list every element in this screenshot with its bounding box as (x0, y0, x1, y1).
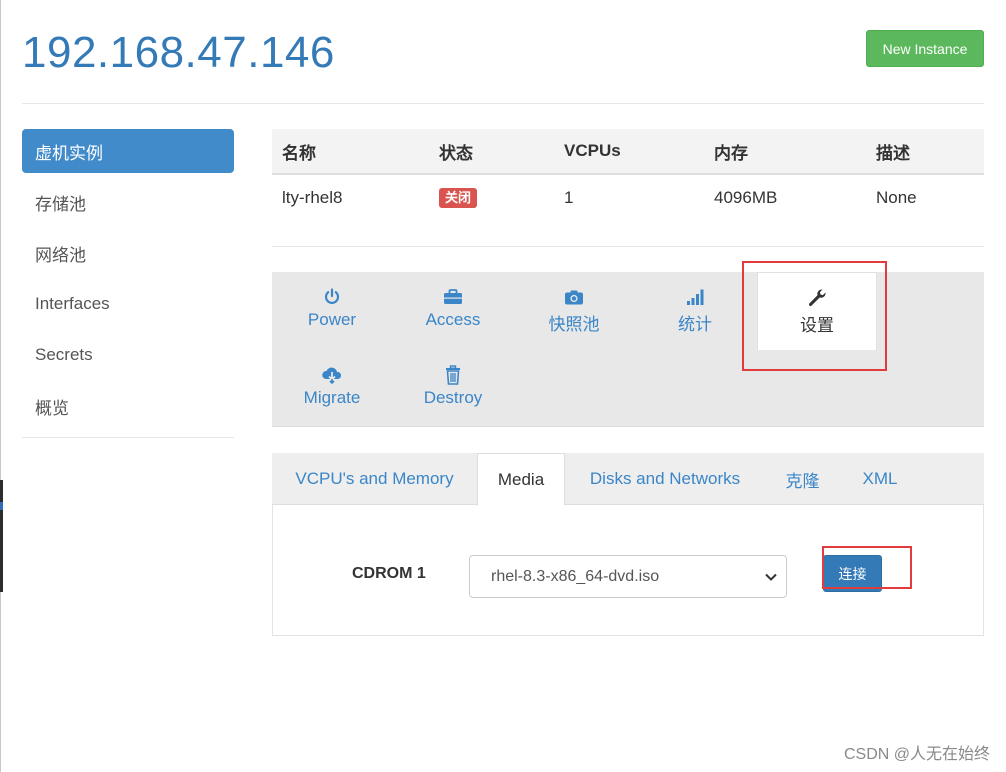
destroy-button[interactable]: Destroy (393, 350, 513, 420)
iso-select-value: rhel-8.3-x86_64-dvd.iso (491, 567, 660, 585)
access-label: Access (425, 310, 481, 329)
destroy-label: Destroy (423, 388, 483, 407)
sidebar-item-label: Secrets (35, 345, 93, 364)
power-button[interactable]: Power (272, 272, 392, 342)
sidebar-item-label: 虚机实例 (35, 143, 103, 163)
window-left-border (0, 0, 1, 772)
status-badge: 关闭 (439, 188, 478, 208)
column-header-vcpus: VCPUs (564, 141, 621, 160)
settings-highlight-box (742, 261, 887, 371)
instance-description-cell: None (876, 187, 917, 207)
power-icon (323, 286, 341, 308)
sidebar-item-network-pools[interactable]: 网络池 (22, 231, 234, 275)
sidebar: 虚机实例 存储池 网络池 Interfaces Secrets 概览 (22, 129, 234, 435)
stats-label: 统计 (678, 315, 712, 334)
sidebar-item-instances[interactable]: 虚机实例 (22, 129, 234, 173)
stats-button[interactable]: 统计 (635, 272, 755, 342)
tab-clone[interactable]: 克隆 (765, 453, 840, 505)
table-divider (272, 246, 984, 247)
column-header-name: 名称 (282, 143, 316, 163)
migrate-label: Migrate (303, 388, 361, 407)
page-title: 192.168.47.146 (22, 28, 335, 77)
sidebar-item-secrets[interactable]: Secrets (22, 333, 234, 377)
new-instance-button[interactable]: New Instance (866, 30, 984, 67)
cloud-download-icon (321, 364, 343, 386)
migrate-button[interactable]: Migrate (272, 350, 392, 420)
sidebar-item-storage-pools[interactable]: 存储池 (22, 180, 234, 224)
table-header: 名称 状态 VCPUs 内存 描述 (272, 129, 984, 175)
table-row: lty-rhel8 关闭 1 4096MB None (272, 175, 984, 220)
column-header-memory: 内存 (714, 143, 748, 163)
watermark: CSDN @人无在始终 (843, 746, 990, 763)
tab-disks-networks[interactable]: Disks and Networks (565, 453, 765, 505)
cdrom-label: CDROM 1 (352, 565, 426, 582)
signal-bars-icon (686, 286, 704, 308)
window-left-dark-strip (0, 480, 3, 592)
instance-name-cell: lty-rhel8 (282, 187, 343, 207)
sidebar-item-overview[interactable]: 概览 (22, 384, 234, 428)
instance-table: 名称 状态 VCPUs 内存 描述 lty-rhel8 关闭 1 4096MB … (272, 129, 984, 220)
sidebar-item-label: 概览 (35, 398, 69, 418)
tab-vcpu-memory[interactable]: VCPU's and Memory (272, 453, 477, 505)
sidebar-divider (22, 437, 234, 438)
instance-memory-cell: 4096MB (714, 187, 778, 207)
snapshots-label: 快照池 (548, 315, 600, 334)
sidebar-item-label: Interfaces (35, 294, 110, 313)
sidebar-item-label: 存储池 (35, 194, 86, 214)
briefcase-icon (443, 286, 463, 308)
header-divider (22, 103, 984, 104)
snapshots-button[interactable]: 快照池 (514, 272, 634, 342)
trash-icon (444, 364, 462, 386)
camera-icon (564, 286, 584, 308)
instance-status-cell: 关闭 (429, 187, 554, 208)
sidebar-item-interfaces[interactable]: Interfaces (22, 282, 234, 326)
instance-vcpus-cell: 1 (564, 187, 574, 207)
access-button[interactable]: Access (393, 272, 513, 342)
connect-highlight-box (822, 546, 912, 589)
settings-tabs: VCPU's and Memory Media Disks and Networ… (272, 453, 984, 506)
sidebar-item-label: 网络池 (35, 245, 86, 265)
chevron-down-icon (764, 570, 778, 589)
window-left-blue-mark (0, 502, 3, 510)
column-header-description: 描述 (876, 143, 910, 163)
tab-media[interactable]: Media (477, 453, 565, 506)
column-header-status: 状态 (439, 143, 473, 163)
tab-xml[interactable]: XML (840, 453, 920, 505)
iso-select[interactable]: rhel-8.3-x86_64-dvd.iso (469, 555, 787, 598)
power-label: Power (307, 310, 357, 329)
